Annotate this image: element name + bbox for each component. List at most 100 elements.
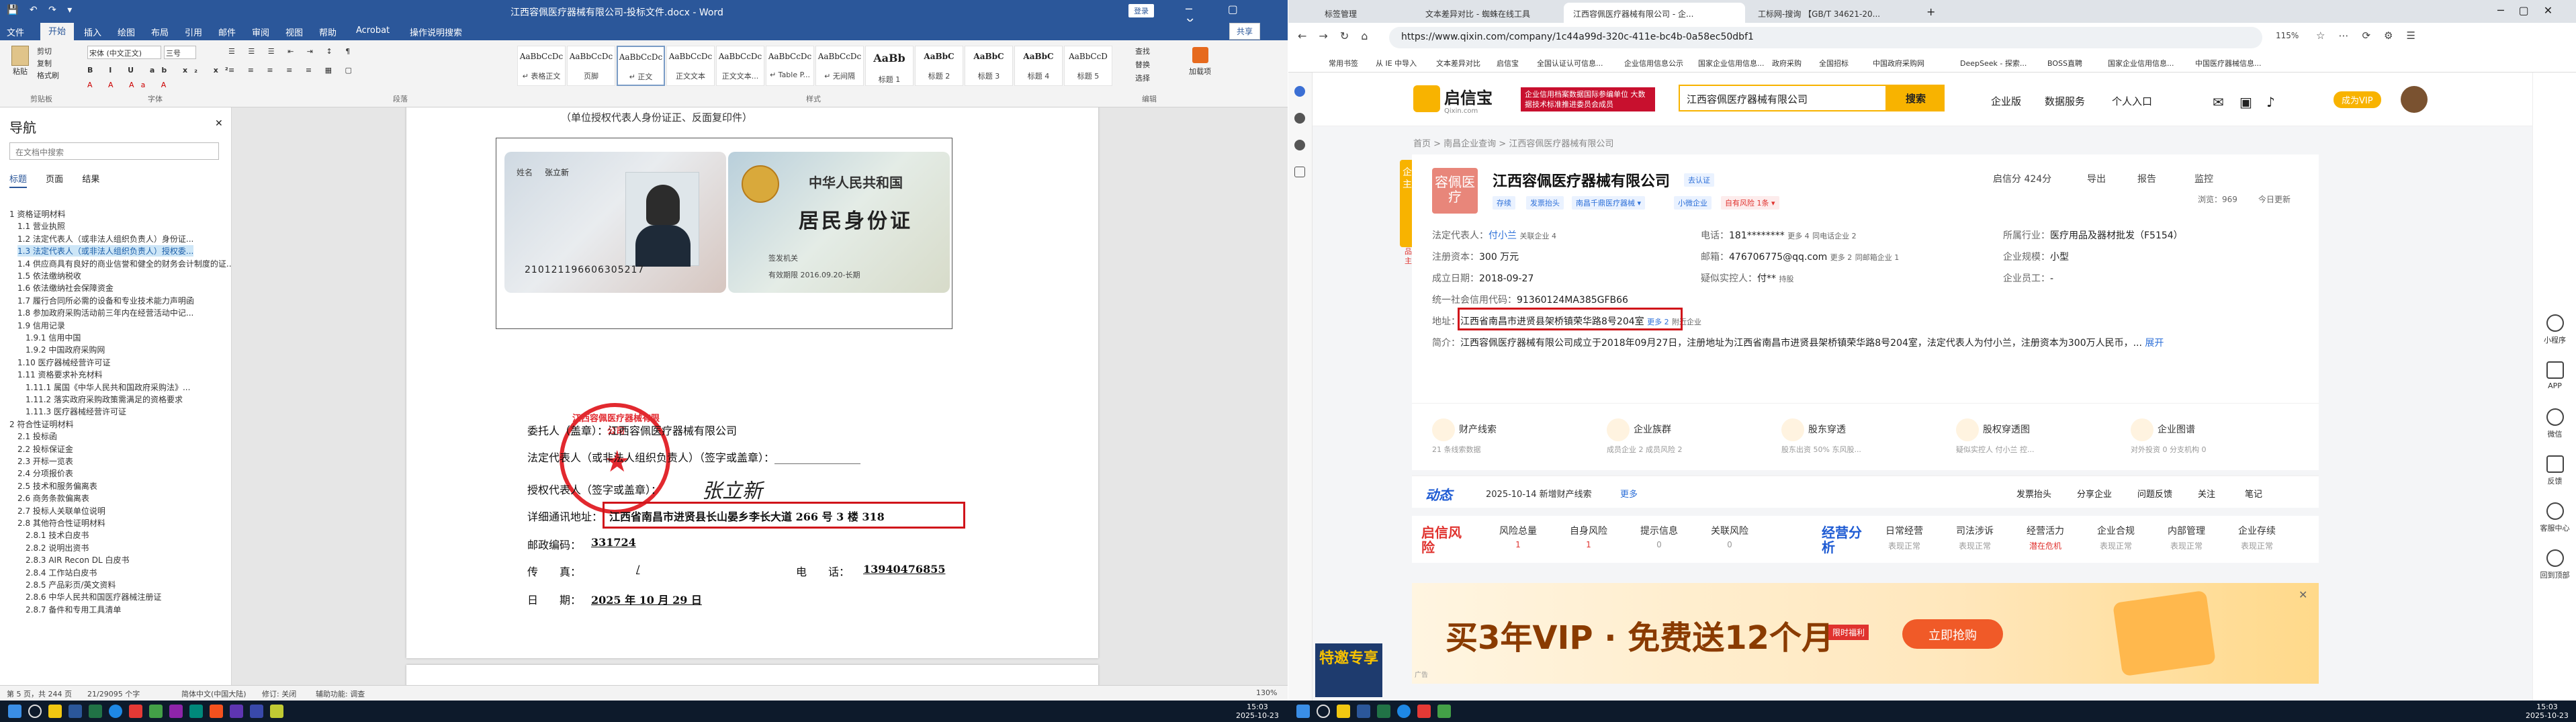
tab-insert[interactable]: 插入 xyxy=(84,26,101,38)
tab-file[interactable]: 文件 xyxy=(7,26,24,38)
nav-heading-item[interactable]: 1.11.2 落实政府采购政策需满足的资格要求 xyxy=(26,394,183,405)
status-track[interactable]: 修订: 关闭 xyxy=(262,688,296,699)
nav-heading-item[interactable]: 2.8.2 说明出资书 xyxy=(26,542,89,553)
excel-icon[interactable] xyxy=(1377,705,1390,718)
nav-heading-item[interactable]: 2.4 分项报价表 xyxy=(17,467,73,479)
style-item[interactable]: AaBbC 标题 3 xyxy=(965,46,1013,86)
nav-heading-item[interactable]: 2.6 商务条款偏离表 xyxy=(17,492,89,504)
dynamic-more-link[interactable]: 更多 xyxy=(1620,487,1638,500)
nav-heading-item[interactable]: 1.5 依法缴纳税收 xyxy=(17,270,81,281)
style-item[interactable]: AaBbC 标题 4 xyxy=(1014,46,1063,86)
next-page[interactable] xyxy=(406,665,1098,685)
tab-help[interactable]: 帮助 xyxy=(319,26,337,38)
follow-action[interactable]: 关注 xyxy=(2198,487,2215,500)
document-canvas[interactable]: （单位授权代表人身份证正、反面复印件） 姓名 张立新 2101211966063… xyxy=(232,107,1288,685)
start-icon[interactable] xyxy=(8,705,21,718)
style-item[interactable]: AaBbCcD 标题 5 xyxy=(1064,46,1112,86)
pdf-icon[interactable] xyxy=(129,705,142,718)
clock-left[interactable]: 15:03 2025-10-23 xyxy=(1236,703,1279,720)
app-icon[interactable] xyxy=(230,705,243,718)
zoom-indicator[interactable]: 115% xyxy=(2276,31,2299,40)
edge-icon[interactable] xyxy=(1397,705,1411,718)
align-buttons[interactable]: ≡ ≡ ≡ ≡ ≡ ▦ ▢ xyxy=(228,66,357,75)
find-button[interactable]: 查找 xyxy=(1135,46,1150,56)
special-offer-badge[interactable]: 特邀专享 xyxy=(1315,643,1382,697)
business-metric[interactable]: 经营活力 潜在危机 xyxy=(2027,524,2064,551)
business-metric[interactable]: 内部管理 表现正常 xyxy=(2168,524,2205,551)
nav-enterprise[interactable]: 企业版 xyxy=(1991,94,2021,108)
search-button[interactable]: 搜索 xyxy=(1887,85,1945,111)
nav-heading-item[interactable]: 2.3 开标一览表 xyxy=(17,455,73,467)
new-tab-icon[interactable]: + xyxy=(1926,5,1935,18)
export-button[interactable]: 导出 xyxy=(2087,172,2106,185)
report-button[interactable]: 报告 xyxy=(2137,172,2156,185)
vip-ad-banner[interactable]: 买3年VIP · 免费送12个月 限时福利 立即抢购 广告 ✕ xyxy=(1412,583,2319,684)
nav-heading-item[interactable]: 2.2 投标保证金 xyxy=(17,443,73,455)
toolbar-icons[interactable]: ☆⋯⟳⚙☰ xyxy=(2316,30,2429,42)
sidebar-app-icon[interactable] xyxy=(1294,86,1305,97)
nav-heading-item[interactable]: 2.8.7 备件和专用工具清单 xyxy=(26,604,121,615)
bookmark[interactable]: 从 IE 中导入 xyxy=(1376,58,1417,69)
share-button[interactable]: 共享 xyxy=(1229,23,1261,40)
nav-heading-item[interactable]: 2.5 技术和服务偏离表 xyxy=(17,480,97,492)
list-buttons[interactable]: ☰ ☰ ☰ ⇤ ⇥ ↕ ¶ xyxy=(228,47,355,56)
nav-heading-item[interactable]: 1.2 法定代表人（或非法人组织负责人）身份证... xyxy=(17,233,193,244)
back-to-top-button[interactable]: 回到顶部 xyxy=(2533,549,2576,580)
style-item[interactable]: AaBbCcDc ↵ 表格正文 xyxy=(517,46,566,86)
feedback-button[interactable]: 反馈 xyxy=(2533,455,2576,486)
dynamic-text[interactable]: 2025-10-14 新增财产线索 xyxy=(1486,487,1592,500)
tab-view[interactable]: 视图 xyxy=(285,26,303,38)
risk-item[interactable]: 股东穿透 股东出资 50% 东风股... xyxy=(1781,418,1861,455)
clock-right[interactable]: 15:03 2025-10-23 xyxy=(2526,703,2569,720)
style-item[interactable]: AaBbCcDc ↵ 无间隔 xyxy=(815,46,864,86)
search-icon[interactable] xyxy=(1317,705,1330,718)
window-controls[interactable]: ─▢✕ xyxy=(2497,4,2567,17)
word-icon[interactable] xyxy=(69,705,82,718)
browser-tab[interactable]: 标签管理 xyxy=(1315,3,1413,23)
sidebar-app-icon[interactable] xyxy=(1294,113,1305,124)
app-icon[interactable] xyxy=(270,705,283,718)
bookmark[interactable]: BOSS直聘 xyxy=(2047,58,2082,69)
status-page[interactable]: 第 5 页，共 244 页 xyxy=(7,688,72,699)
style-item[interactable]: AaBbC 标题 2 xyxy=(915,46,963,86)
nav-heading-item[interactable]: 1.1 营业执照 xyxy=(17,220,65,232)
nav-heading-item[interactable]: 1.11.1 属国《中华人民共和国政府采购法》... xyxy=(26,381,190,393)
copy-button[interactable]: 复制 xyxy=(37,58,52,69)
risk-metric[interactable]: 风险总量 1 xyxy=(1499,524,1537,549)
nav-heading-item[interactable]: 1.8 参加政府采购活动前三年内在经营活动中记... xyxy=(17,307,193,318)
mini-program-button[interactable]: 小程序 xyxy=(2533,314,2576,345)
sidebar-app-icon[interactable] xyxy=(1294,140,1305,150)
style-item[interactable]: AaBb 标题 1 xyxy=(865,46,914,86)
group-tag[interactable]: 南昌千鼎医疗器械 ▾ xyxy=(1572,196,1646,210)
browser-tab[interactable]: 工标网-搜询 【GB/T 34621-20... xyxy=(1748,3,1920,23)
close-icon[interactable]: ✕ xyxy=(215,118,223,129)
nav-heading-item[interactable]: 1.10 医疗器械经营许可证 xyxy=(17,357,111,368)
business-metric[interactable]: 司法涉诉 表现正常 xyxy=(1956,524,1994,551)
nav-personal[interactable]: 个人入口 xyxy=(2112,94,2152,108)
tab-draw[interactable]: 绘图 xyxy=(118,26,135,38)
nav-search-input[interactable]: 在文档中搜索 xyxy=(9,142,219,160)
bookmark[interactable]: 国家企业信用信息... xyxy=(1698,58,1765,69)
nav-heading-item[interactable]: 2.7 投标人关联单位说明 xyxy=(17,505,105,516)
wechat-icon[interactable] xyxy=(149,705,163,718)
nav-heading-item[interactable]: 1 资格证明材料 xyxy=(9,208,65,220)
nav-heading-item[interactable]: 2.8 其他符合性证明材料 xyxy=(17,517,105,529)
bookmark[interactable]: 启信宝 xyxy=(1497,58,1519,69)
format-painter-button[interactable]: 格式刷 xyxy=(37,70,59,81)
nav-heading-item[interactable]: 2 符合性证明材料 xyxy=(9,418,73,430)
nav-heading-item[interactable]: 2.8.5 产品彩页/英文资料 xyxy=(26,579,116,590)
address-bar[interactable]: https://www.qixin.com/company/1c44a99d-3… xyxy=(1389,27,2262,48)
nav-heading-item[interactable]: 1.9.1 信用中国 xyxy=(26,332,81,343)
nav-data-service[interactable]: 数据服务 xyxy=(2045,94,2085,108)
risk-item[interactable]: 股权穿透图 疑似实控人 付小兰 控... xyxy=(1956,418,2034,455)
service-button[interactable]: 客服中心 xyxy=(2533,502,2576,533)
nav-tab-pages[interactable]: 页面 xyxy=(46,175,63,185)
status-words[interactable]: 21/29095 个字 xyxy=(87,688,140,699)
avatar[interactable] xyxy=(2401,86,2428,113)
share-action[interactable]: 分享企业 xyxy=(2077,487,2112,500)
risk-metric[interactable]: 自身风险 1 xyxy=(1570,524,1607,549)
search-icon[interactable] xyxy=(28,705,42,718)
nav-tab-results[interactable]: 结果 xyxy=(82,175,99,185)
status-language[interactable]: 简体中文(中国大陆) xyxy=(181,688,247,699)
search-input[interactable]: 江西容佩医疗器械有限公司 xyxy=(1679,85,1887,111)
